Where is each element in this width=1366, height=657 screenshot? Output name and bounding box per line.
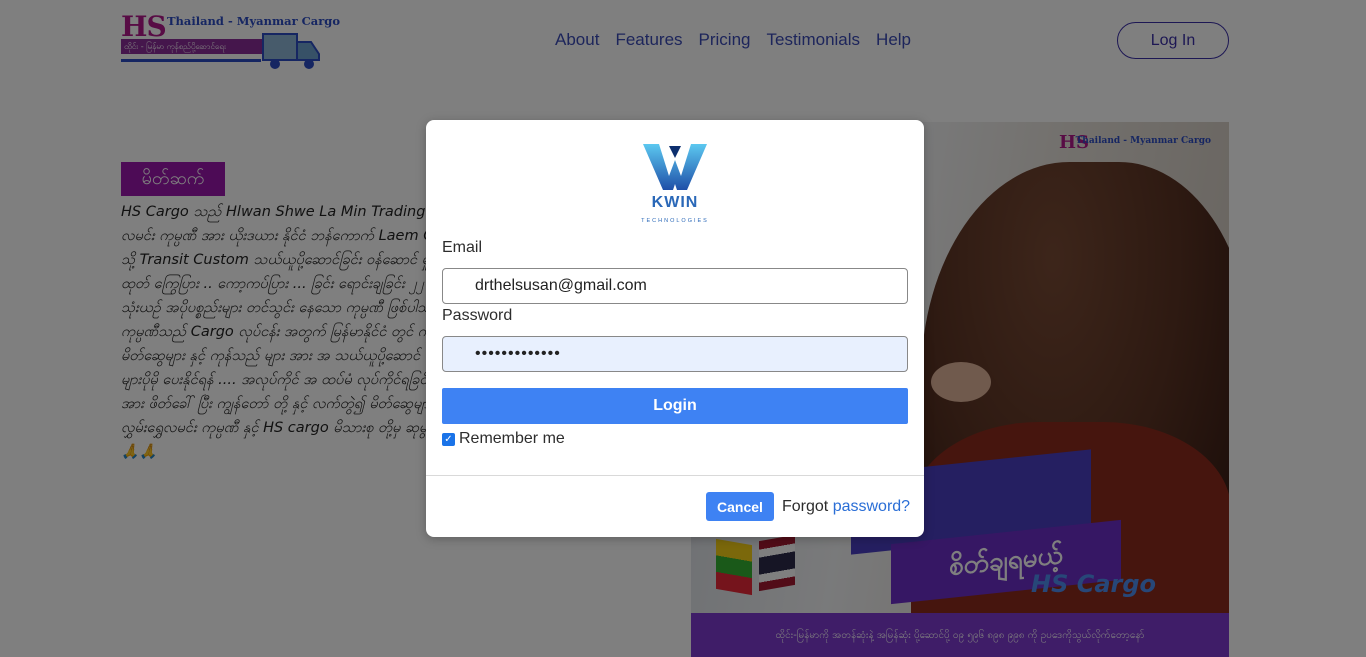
email-label: Email bbox=[442, 239, 483, 256]
login-modal: KWIN TECHNOLOGIES Email drthelsusan@gmai… bbox=[426, 120, 924, 537]
remember-me[interactable]: ✓ Remember me bbox=[442, 430, 565, 448]
forgot-password: Forgot password? bbox=[782, 498, 910, 516]
login-button[interactable]: Login bbox=[442, 388, 908, 424]
email-field[interactable]: drthelsusan@gmail.com bbox=[442, 268, 908, 304]
kwin-w-icon bbox=[643, 144, 707, 190]
password-field[interactable]: ••••••••••••• bbox=[442, 336, 908, 372]
modal-divider bbox=[426, 475, 924, 476]
forgot-prefix: Forgot bbox=[782, 498, 833, 515]
forgot-password-link[interactable]: password? bbox=[833, 498, 910, 515]
cancel-button[interactable]: Cancel bbox=[706, 492, 774, 521]
remember-me-checkbox[interactable]: ✓ bbox=[442, 432, 455, 446]
brand-tagline: TECHNOLOGIES bbox=[641, 218, 709, 224]
kwin-logo: KWIN TECHNOLOGIES bbox=[625, 142, 725, 232]
brand-name: KWIN bbox=[651, 194, 699, 211]
password-label: Password bbox=[442, 307, 513, 324]
remember-me-label[interactable]: Remember me bbox=[459, 430, 565, 448]
